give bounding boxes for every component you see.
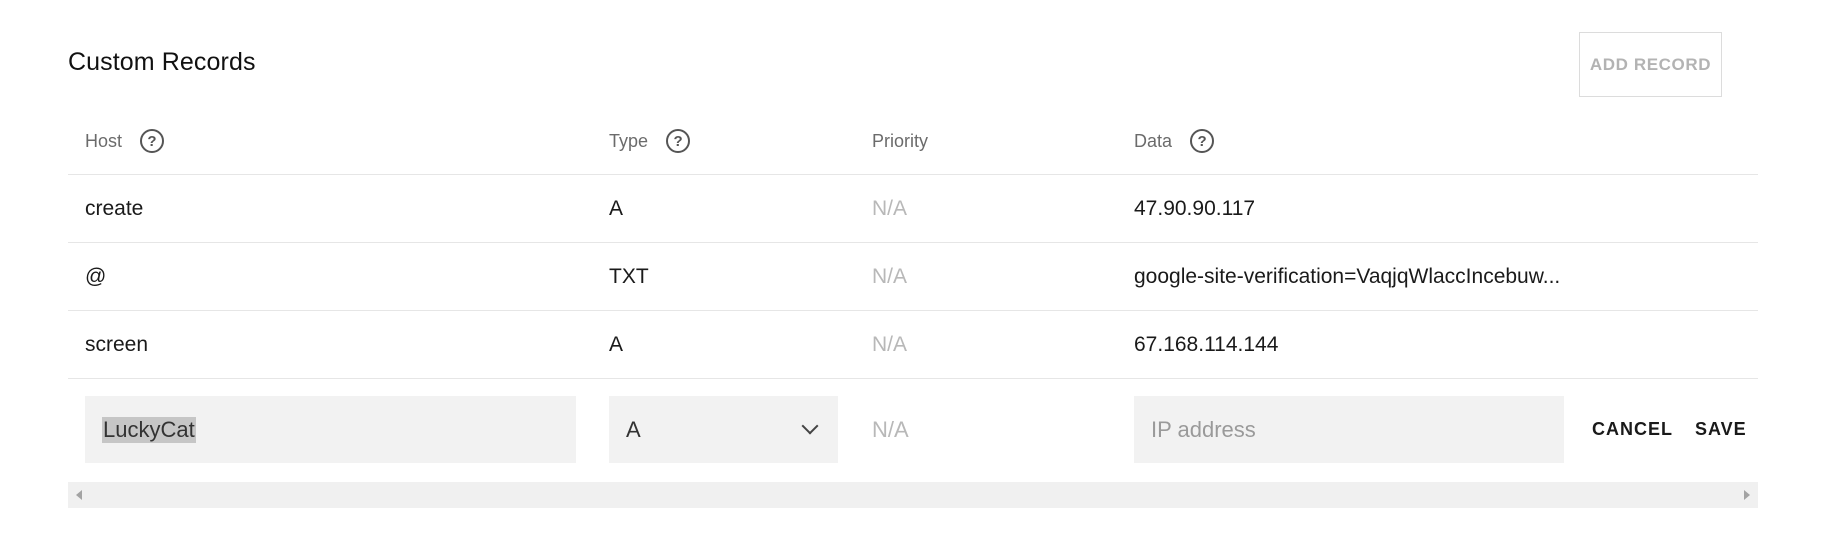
record-data: google-site-verification=VaqjqWlaccInceb… (1134, 264, 1561, 288)
help-circle-icon[interactable]: ? (140, 129, 165, 153)
arrow-left-icon[interactable] (76, 490, 82, 500)
help-circle-icon[interactable]: ? (666, 129, 691, 153)
horizontal-scrollbar[interactable] (68, 482, 1758, 508)
new-record-row: LuckyCat A N/A CANCEL SAVE (68, 379, 1758, 481)
column-header-label: Data (1134, 130, 1173, 151)
host-input[interactable]: LuckyCat (85, 396, 576, 463)
record-host: @ (85, 264, 107, 288)
record-data: 47.90.90.117 (1134, 196, 1256, 220)
column-header-label: Host (85, 130, 123, 151)
record-type: A (609, 196, 624, 220)
record-type: A (609, 332, 624, 356)
record-host: screen (85, 332, 149, 356)
column-header-label: Priority (872, 130, 929, 151)
custom-records-table: Host ? Type ? Priority Data ? create A N… (68, 108, 1758, 481)
record-priority: N/A (872, 332, 908, 356)
section-title: Custom Records (68, 48, 256, 76)
table-row[interactable]: @ TXT N/A google-site-verification=Vaqjq… (68, 243, 1758, 311)
record-host: create (85, 196, 144, 220)
chevron-down-icon (801, 417, 819, 435)
arrow-right-icon[interactable] (1744, 490, 1750, 500)
save-button[interactable]: SAVE (1695, 396, 1747, 463)
column-header-type: Type ? (609, 108, 691, 174)
add-record-button[interactable]: ADD RECORD (1579, 32, 1722, 97)
host-input-value: LuckyCat (102, 416, 196, 443)
record-data: 67.168.114.144 (1134, 332, 1279, 356)
table-header: Host ? Type ? Priority Data ? (68, 108, 1758, 175)
record-priority: N/A (872, 264, 908, 288)
column-header-priority: Priority (872, 108, 928, 174)
column-header-host: Host ? (85, 108, 165, 174)
column-header-label: Type (609, 130, 649, 151)
column-header-data: Data ? (1134, 108, 1215, 174)
cancel-button[interactable]: CANCEL (1592, 396, 1673, 463)
data-input[interactable] (1134, 396, 1564, 463)
record-type: TXT (609, 264, 649, 288)
table-row[interactable]: screen A N/A 67.168.114.144 (68, 311, 1758, 379)
record-priority: N/A (872, 196, 908, 220)
type-select-value: A (626, 416, 641, 442)
table-row[interactable]: create A N/A 47.90.90.117 (68, 175, 1758, 243)
type-select[interactable]: A (609, 396, 838, 463)
priority-value: N/A (872, 416, 909, 442)
help-circle-icon[interactable]: ? (1190, 129, 1215, 153)
